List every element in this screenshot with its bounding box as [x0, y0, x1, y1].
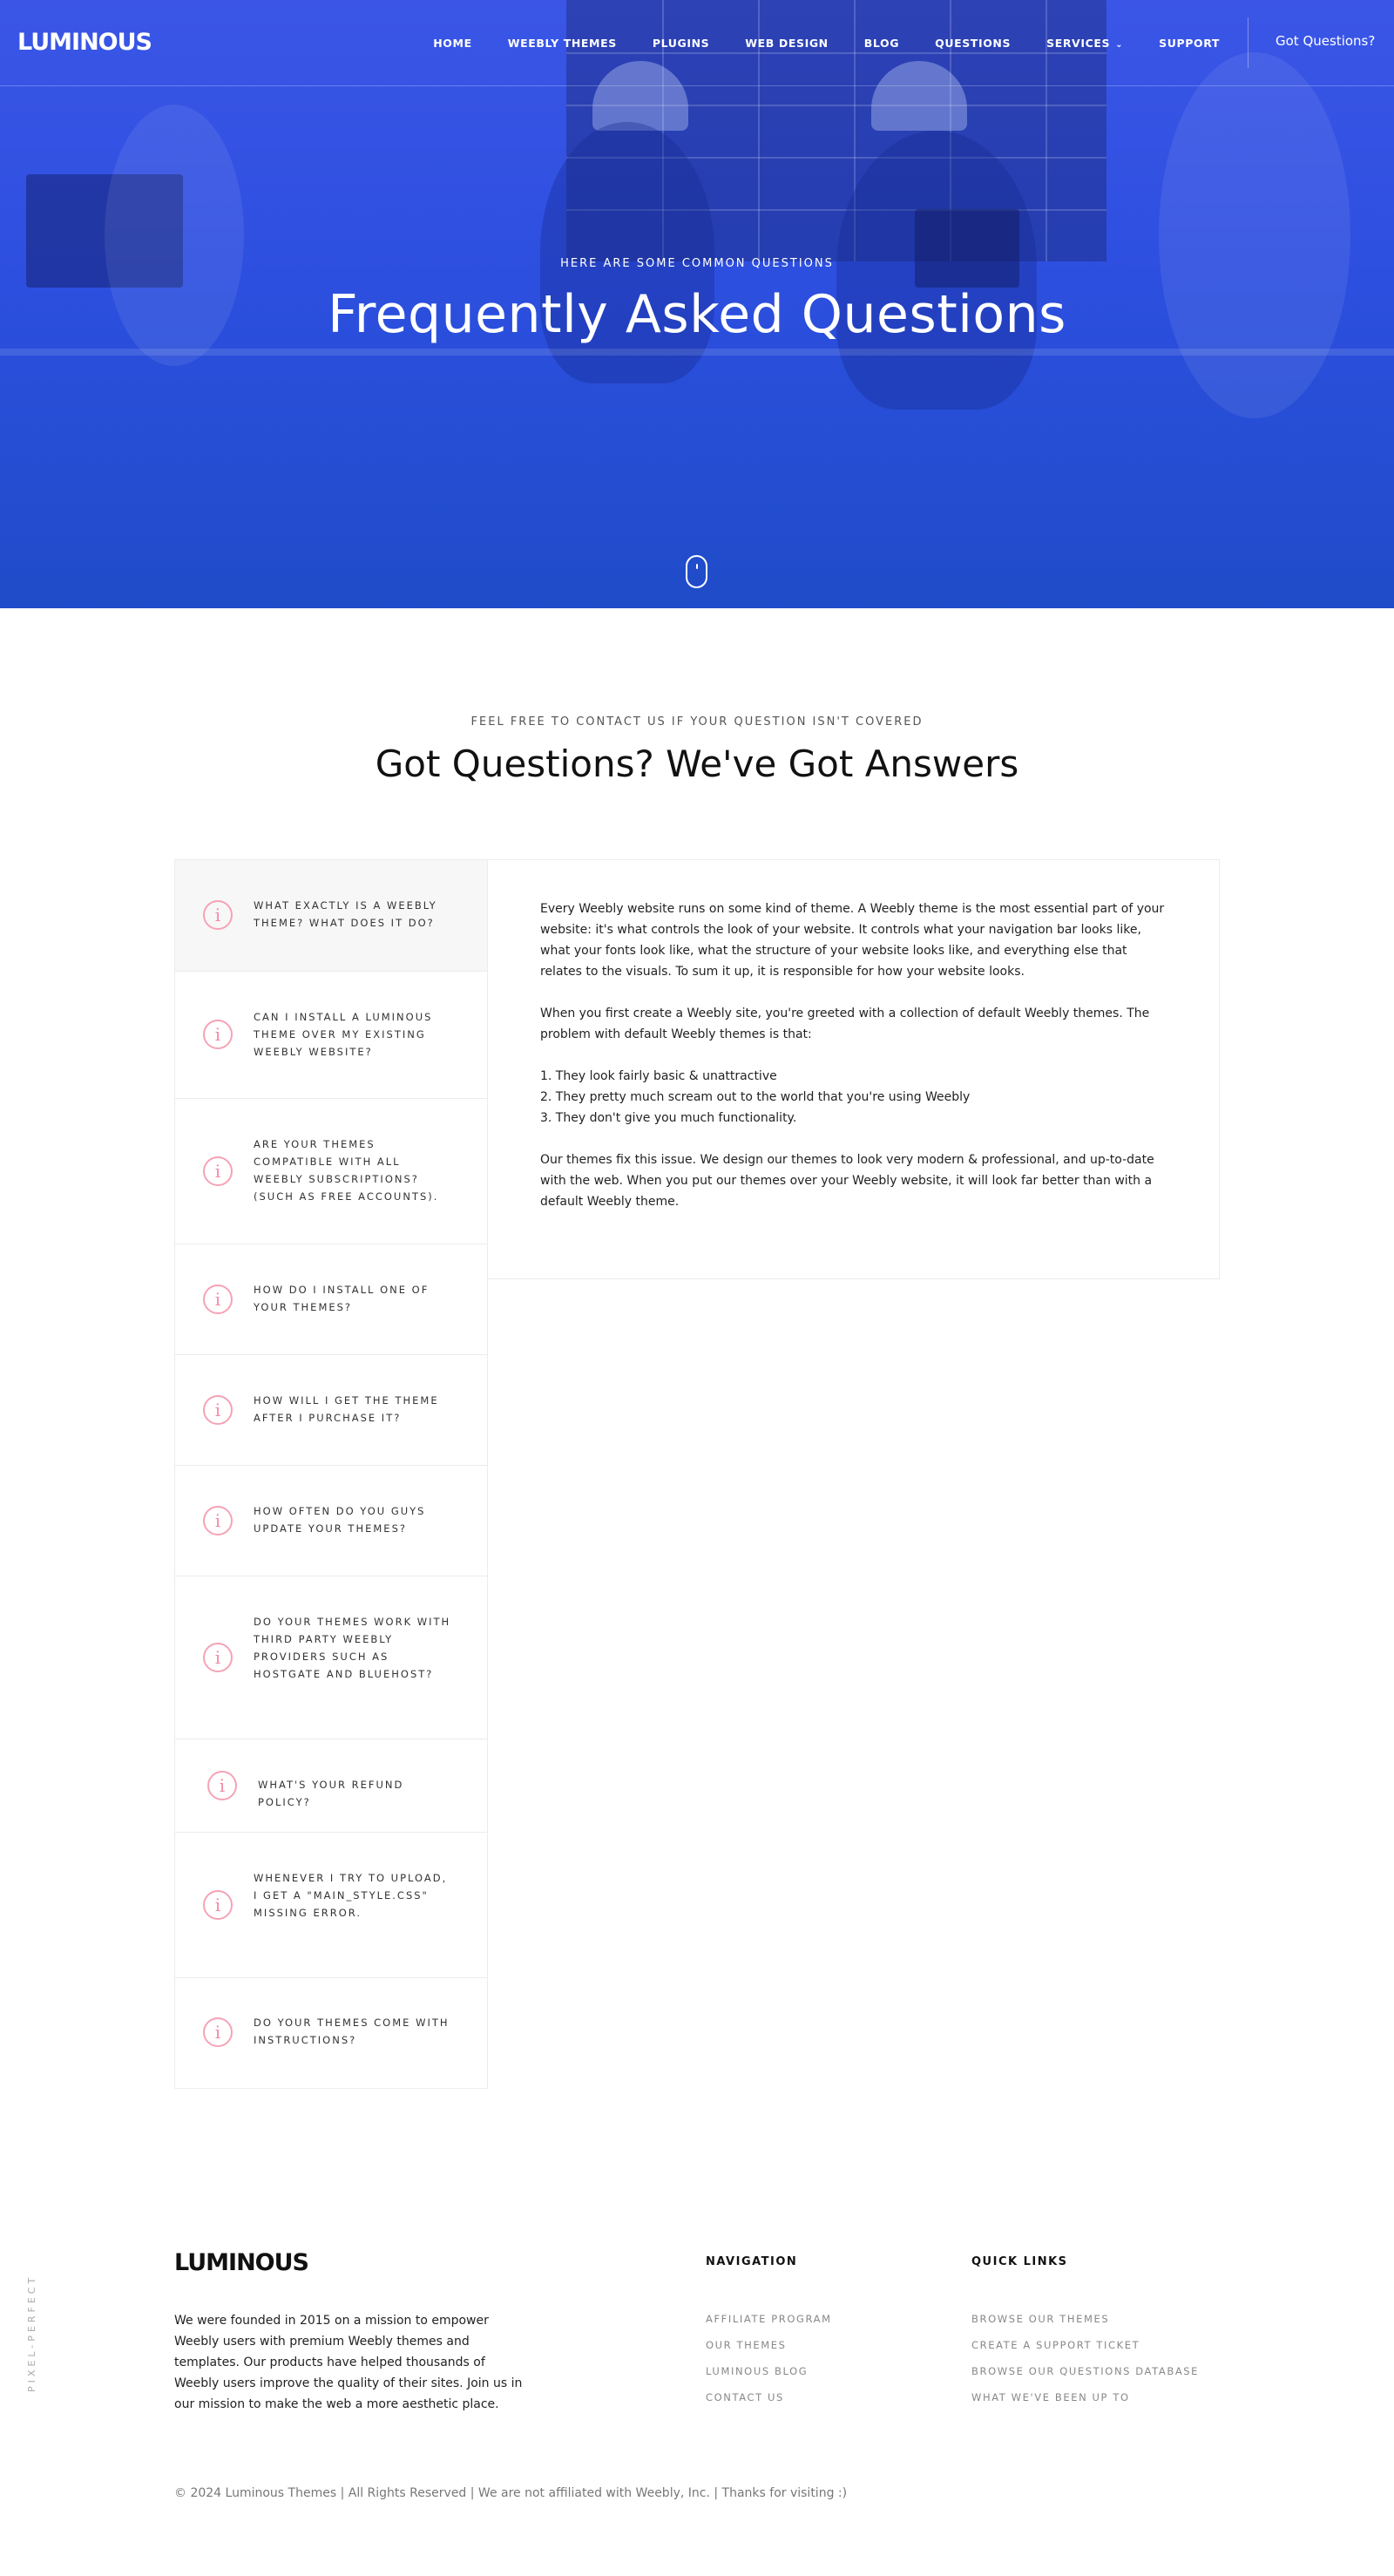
footer-navigation-title: NAVIGATION	[706, 2255, 798, 2268]
info-icon: i	[203, 1395, 233, 1425]
faq-question-text: WHAT'S YOUR REFUND POLICY?	[258, 1779, 404, 1808]
footer-quick-links-title: QUICK LINKS	[971, 2255, 1068, 2268]
hero-title: Frequently Asked Questions	[328, 284, 1066, 345]
blurred-figure	[1159, 52, 1350, 418]
faq-item[interactable]: i HOW OFTEN DO YOU GUYS UPDATE YOUR THEM…	[175, 1466, 487, 1576]
footer-copyright: © 2024 Luminous Themes | All Rights Rese…	[174, 2486, 848, 2500]
info-icon: i	[203, 2017, 233, 2047]
info-icon: i	[203, 1156, 233, 1186]
faq-answer-body: Every Weebly website runs on some kind o…	[540, 898, 1167, 1233]
nav-item-support[interactable]: SUPPORT	[1159, 37, 1220, 50]
nav-item-web-design[interactable]: WEB DESIGN	[745, 37, 829, 50]
faq-question-text: DO YOUR THEMES COME WITH INSTRUCTIONS?	[254, 2017, 450, 2046]
footer-link-been-up-to[interactable]: WHAT WE'VE BEEN UP TO	[971, 2391, 1130, 2403]
info-icon: i	[203, 1020, 233, 1049]
info-icon: i	[203, 1285, 233, 1314]
faq-question-text: HOW OFTEN DO YOU GUYS UPDATE YOUR THEMES…	[254, 1505, 426, 1535]
nav-item-blog[interactable]: BLOG	[864, 37, 899, 50]
info-icon: i	[203, 1506, 233, 1535]
nav-item-weebly-themes[interactable]: WEEBLY THEMES	[508, 37, 617, 50]
got-questions-button[interactable]: Got Questions?	[1276, 33, 1375, 49]
faq-question-text: WHENEVER I TRY TO UPLOAD, I GET A "MAIN_…	[254, 1872, 448, 1919]
nav-item-services[interactable]: SERVICES ⌄	[1046, 37, 1123, 50]
info-icon: i	[203, 900, 233, 930]
nav-menu: HOME WEEBLY THEMES PLUGINS WEB DESIGN BL…	[397, 0, 1220, 86]
faq-item[interactable]: i CAN I INSTALL A LUMINOUS THEME OVER MY…	[175, 972, 487, 1099]
footer-link-questions-database[interactable]: BROWSE OUR QUESTIONS DATABASE	[971, 2365, 1199, 2377]
faq-answer-panel: Every Weebly website runs on some kind o…	[488, 859, 1220, 1279]
faq-question-list: i WHAT EXACTLY IS A WEEBLY THEME? WHAT D…	[174, 859, 488, 2089]
faq-item[interactable]: i DO YOUR THEMES COME WITH INSTRUCTIONS?	[175, 1978, 487, 2088]
faq-item[interactable]: i HOW DO I INSTALL ONE OF YOUR THEMES?	[175, 1244, 487, 1355]
hero-eyebrow: HERE ARE SOME COMMON QUESTIONS	[560, 257, 834, 270]
faq-question-text: DO YOUR THEMES WORK WITH THIRD PARTY WEE…	[254, 1616, 451, 1680]
mouse-scroll-icon[interactable]	[686, 555, 707, 588]
answer-list-item: 3. They don't give you much functionalit…	[540, 1111, 797, 1125]
nav-item-questions[interactable]: QUESTIONS	[935, 37, 1011, 50]
nav-item-home[interactable]: HOME	[433, 37, 471, 50]
nav-divider	[1248, 17, 1249, 68]
faq-item[interactable]: i ARE YOUR THEMES COMPATIBLE WITH ALL WE…	[175, 1099, 487, 1244]
top-navigation: LUMINOUS HOME WEEBLY THEMES PLUGINS WEB …	[0, 0, 1394, 86]
chevron-down-icon: ⌄	[1115, 40, 1124, 50]
footer-link-browse-themes[interactable]: BROWSE OUR THEMES	[971, 2313, 1109, 2325]
answer-list-item: 1. They look fairly basic & unattractive	[540, 1069, 777, 1083]
hero-section: LUMINOUS HOME WEEBLY THEMES PLUGINS WEB …	[0, 0, 1394, 608]
monitor-shape	[915, 209, 1019, 288]
footer-link-support-ticket[interactable]: CREATE A SUPPORT TICKET	[971, 2339, 1140, 2351]
faq-question-text: CAN I INSTALL A LUMINOUS THEME OVER MY E…	[254, 1011, 433, 1058]
side-vertical-tag: PIXEL-PERFECT	[26, 2274, 37, 2392]
footer-link-affiliate-program[interactable]: AFFILIATE PROGRAM	[706, 2313, 832, 2325]
answer-list-item: 2. They pretty much scream out to the wo…	[540, 1090, 971, 1104]
faq-item[interactable]: i WHAT'S YOUR REFUND POLICY?	[175, 1739, 487, 1833]
footer-link-luminous-blog[interactable]: LUMINOUS BLOG	[706, 2365, 808, 2377]
faq-question-text: HOW WILL I GET THE THEME AFTER I PURCHAS…	[254, 1394, 439, 1424]
faq-question-text: WHAT EXACTLY IS A WEEBLY THEME? WHAT DOE…	[254, 899, 437, 929]
footer-link-our-themes[interactable]: OUR THEMES	[706, 2339, 787, 2351]
faq-item[interactable]: i WHENEVER I TRY TO UPLOAD, I GET A "MAI…	[175, 1833, 487, 1978]
faq-item[interactable]: i DO YOUR THEMES WORK WITH THIRD PARTY W…	[175, 1576, 487, 1739]
faq-question-text: HOW DO I INSTALL ONE OF YOUR THEMES?	[254, 1284, 430, 1313]
faq-item[interactable]: i WHAT EXACTLY IS A WEEBLY THEME? WHAT D…	[175, 860, 487, 972]
info-icon: i	[207, 1771, 237, 1800]
info-icon: i	[203, 1643, 233, 1672]
answer-paragraph: Our themes fix this issue. We design our…	[540, 1153, 1154, 1209]
answer-paragraph: Every Weebly website runs on some kind o…	[540, 902, 1165, 979]
faq-title: Got Questions? We've Got Answers	[375, 742, 1019, 785]
answer-paragraph: When you first create a Weebly site, you…	[540, 1007, 1150, 1041]
footer-link-contact-us[interactable]: CONTACT US	[706, 2391, 784, 2403]
nav-item-services-label: SERVICES	[1046, 37, 1111, 50]
faq-eyebrow: FEEL FREE TO CONTACT US IF YOUR QUESTION…	[470, 715, 924, 729]
nav-item-plugins[interactable]: PLUGINS	[653, 37, 709, 50]
footer-logo[interactable]: LUMINOUS	[174, 2249, 309, 2276]
footer-about-text: We were founded in 2015 on a mission to …	[174, 2314, 523, 2411]
faq-item[interactable]: i HOW WILL I GET THE THEME AFTER I PURCH…	[175, 1355, 487, 1466]
faq-question-text: ARE YOUR THEMES COMPATIBLE WITH ALL WEEB…	[254, 1138, 439, 1203]
info-icon: i	[203, 1890, 233, 1920]
site-logo[interactable]: LUMINOUS	[17, 29, 152, 56]
